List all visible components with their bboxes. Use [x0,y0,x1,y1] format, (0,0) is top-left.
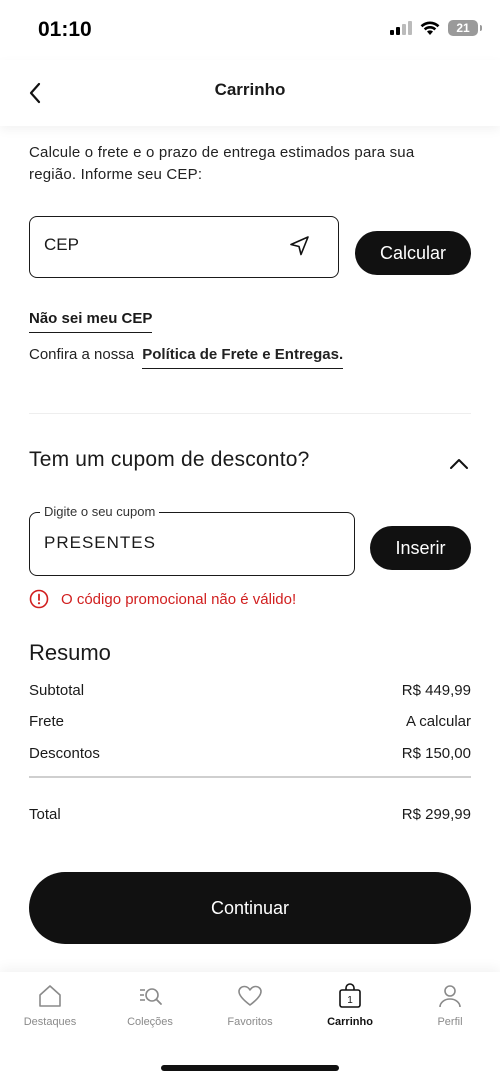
tab-favoritos[interactable]: Favoritos [200,982,300,1042]
coupon-input[interactable] [44,533,324,553]
total-value: R$ 299,99 [401,806,471,823]
coupon-field[interactable]: Digite o seu cupom [29,504,355,576]
tab-perfil[interactable]: Perfil [400,982,500,1042]
user-icon [439,985,461,1008]
total-label: Total [29,806,61,823]
tab-label: Coleções [127,1016,173,1028]
tab-label: Perfil [437,1016,463,1028]
summary-label: Subtotal [29,682,85,699]
tab-label: Destaques [23,1016,77,1028]
shipping-intro: Calcule o frete e o prazo de entrega est… [29,144,415,183]
collections-search-icon [140,988,162,1005]
bag-icon: 1 [339,983,361,1008]
cart-badge: 1 [347,995,353,1006]
summary-value: R$ 449,99 [401,682,471,699]
status-bar: 01:10 21 [0,0,500,60]
status-time: 01:10 [38,18,92,41]
tab-carrinho[interactable]: 1 Carrinho [300,982,400,1042]
policy-prefix: Confira a nossa [29,346,135,363]
cep-input[interactable] [44,235,274,255]
summary-value: A calcular [405,713,471,730]
summary-row-total: Total R$ 299,99 [29,806,471,823]
tab-colecoes[interactable]: Coleções [100,982,200,1042]
no-cep-link[interactable]: Não sei meu CEP [29,310,153,333]
coupon-error-text: O código promocional não é válido! [61,590,297,608]
calculate-button[interactable]: Calcular [355,231,471,275]
home-indicator [161,1065,339,1071]
tab-destaques[interactable]: Destaques [0,982,100,1042]
tab-label: Carrinho [327,1016,373,1028]
summary-row-subtotal: Subtotal R$ 449,99 [29,682,471,699]
coupon-field-label: Digite o seu cupom [40,504,160,519]
insert-coupon-button[interactable]: Inserir [370,526,471,570]
location-arrow-icon[interactable] [288,234,312,258]
battery-icon: 21 [448,20,482,36]
heart-icon [238,985,262,1006]
shipping-policy-link[interactable]: Política de Frete e Entregas. [142,346,344,369]
page-title: Carrinho [214,80,286,99]
status-icons: 21 [390,20,482,36]
coupon-error: O código promocional não é válido! [29,589,296,609]
coupon-title[interactable]: Tem um cupom de desconto? [29,448,309,472]
summary-divider [29,776,471,778]
summary-label: Frete [29,713,65,730]
tab-label: Favoritos [227,1016,273,1028]
top-bar: Carrinho [0,60,500,126]
summary-label: Descontos [29,745,100,762]
signal-icon [390,21,412,35]
policy-line: Confira a nossa Política de Frete e Entr… [29,346,344,369]
summary-title: Resumo [29,640,111,665]
section-divider [29,413,471,414]
home-icon [39,985,61,1007]
chevron-up-icon[interactable] [447,452,471,476]
cep-field[interactable] [29,216,339,278]
summary-value: R$ 150,00 [401,745,471,762]
error-icon [29,589,49,609]
continue-button[interactable]: Continuar [29,872,471,944]
summary-row-frete: Frete A calcular [29,713,471,730]
summary-row-descontos: Descontos R$ 150,00 [29,745,471,762]
wifi-icon [420,20,440,35]
